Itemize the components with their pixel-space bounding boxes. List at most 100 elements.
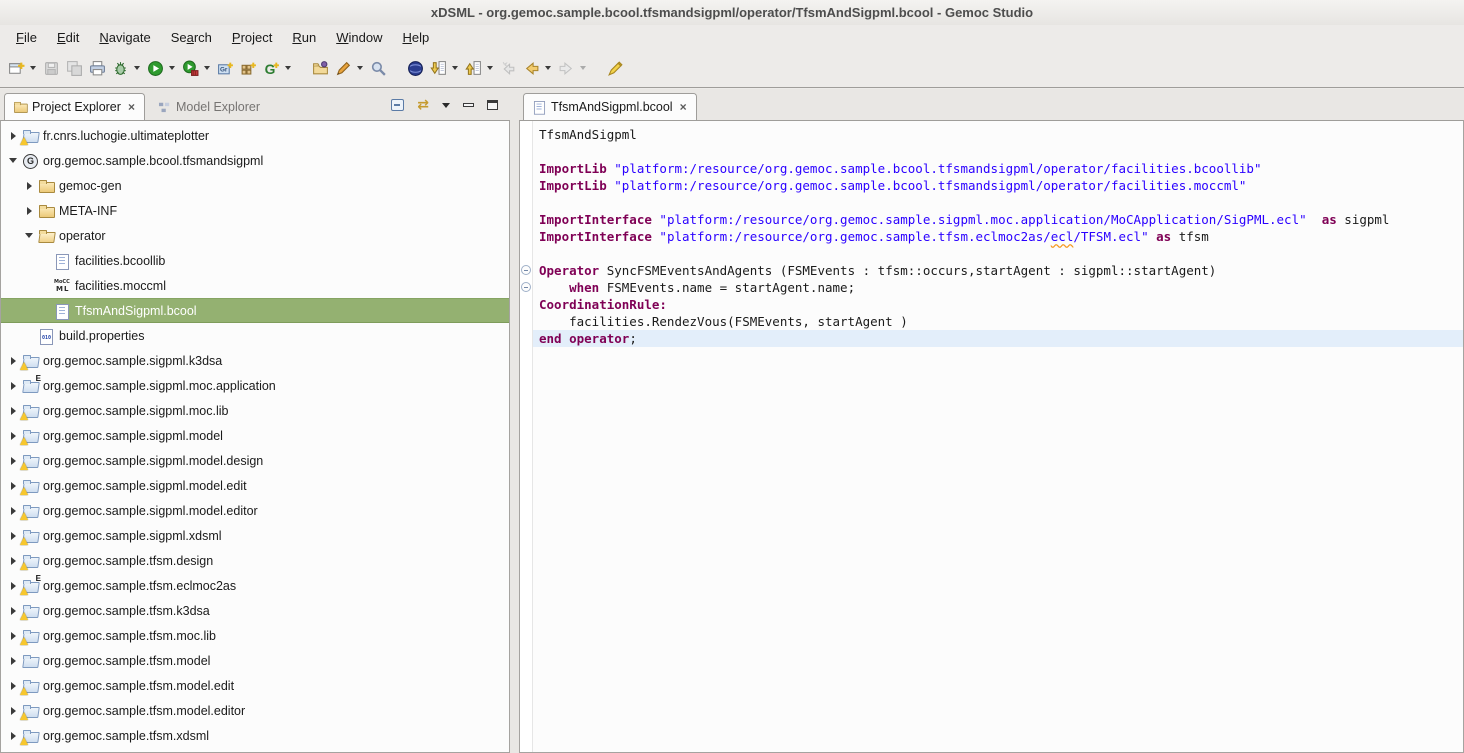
expand-arrow-icon[interactable] (7, 155, 19, 167)
tree-item[interactable]: fr.cnrs.luchogie.ultimateplotter (1, 123, 509, 148)
run-external-tools-button[interactable] (180, 58, 201, 79)
search-button[interactable] (368, 58, 389, 79)
code-line[interactable]: ImportLib "platform:/resource/org.gemoc.… (533, 177, 1463, 194)
code-line[interactable]: ImportInterface "platform:/resource/org.… (533, 228, 1463, 245)
print-button[interactable] (87, 58, 108, 79)
minimize-button[interactable] (463, 103, 474, 107)
expand-arrow-icon[interactable] (7, 555, 19, 567)
editor-tab-tfsmandsigpml-bcool[interactable]: TfsmAndSigpml.bcool× (523, 93, 697, 120)
run-external-tools-dropdown-arrow[interactable] (204, 66, 210, 70)
open-folder-button[interactable] (310, 58, 331, 79)
link-with-editor-button[interactable]: ⇄ (417, 98, 429, 112)
tree-item[interactable]: org.gemoc.sample.tfsm.k3dsa (1, 598, 509, 623)
web-browser-button[interactable] (405, 58, 426, 79)
code-line-current[interactable]: end operator; (533, 330, 1463, 347)
expand-arrow-icon[interactable] (7, 380, 19, 392)
menu-window[interactable]: Window (326, 27, 392, 48)
tree-item[interactable]: org.gemoc.sample.sigpml.k3dsa (1, 348, 509, 373)
expand-arrow-icon[interactable] (23, 205, 35, 217)
code-line[interactable] (533, 194, 1463, 211)
annotate-dropdown-arrow[interactable] (357, 66, 363, 70)
expand-arrow-icon[interactable] (7, 680, 19, 692)
menu-help[interactable]: Help (392, 27, 439, 48)
tab-close-icon[interactable]: × (680, 101, 687, 113)
tree-item[interactable]: org.gemoc.sample.tfsm.xdsml (1, 723, 509, 748)
tree-item[interactable]: org.gemoc.sample.tfsm.model (1, 648, 509, 673)
menu-project[interactable]: Project (222, 27, 282, 48)
next-annotation-dropdown-arrow[interactable] (452, 66, 458, 70)
menu-run[interactable]: Run (282, 27, 326, 48)
tree-item[interactable]: org.gemoc.sample.tfsm.design (1, 548, 509, 573)
tree-item[interactable]: gemoc-gen (1, 173, 509, 198)
code-line[interactable]: CoordinationRule: (533, 296, 1463, 313)
tree-item[interactable]: Eorg.gemoc.sample.sigpml.moc.application (1, 373, 509, 398)
menu-file[interactable]: File (6, 27, 47, 48)
new-graph-wizard-button[interactable]: Gr (215, 58, 236, 79)
expand-arrow-icon[interactable] (7, 455, 19, 467)
view-menu-button[interactable] (442, 103, 450, 108)
tree-item[interactable]: org.gemoc.sample.tfsm.model.editor (1, 698, 509, 723)
expand-arrow-icon[interactable] (7, 630, 19, 642)
tree-item[interactable]: org.gemoc.sample.sigpml.model (1, 423, 509, 448)
tree-item[interactable]: org.gemoc.sample.bcool.tfsmandsigpml (1, 148, 509, 173)
tree-item[interactable]: TfsmAndSigpml.bcool (1, 298, 509, 323)
debug-button[interactable] (110, 58, 131, 79)
tree-item[interactable]: org.gemoc.sample.sigpml.model.design (1, 448, 509, 473)
tree-item[interactable]: org.gemoc.sample.tfsm.moc.lib (1, 623, 509, 648)
tree-item[interactable]: facilities.bcoollib (1, 248, 509, 273)
tree-item[interactable]: org.gemoc.sample.sigpml.moc.lib (1, 398, 509, 423)
expand-arrow-icon[interactable] (7, 580, 19, 592)
window-titlebar[interactable]: xDSML - org.gemoc.sample.bcool.tfsmandsi… (0, 0, 1464, 25)
run-dropdown-arrow[interactable] (169, 66, 175, 70)
expand-arrow-icon[interactable] (7, 705, 19, 717)
code-editor[interactable]: TfsmAndSigpml ImportLib "platform:/resour… (519, 120, 1464, 753)
previous-annotation-button[interactable] (463, 58, 484, 79)
tree-item[interactable]: facilities.moccml (1, 273, 509, 298)
code-line[interactable] (533, 245, 1463, 262)
new-gemoc-dropdown-arrow[interactable] (285, 66, 291, 70)
tree-item[interactable]: Eorg.gemoc.sample.tfsm.eclmoc2as (1, 573, 509, 598)
code-line[interactable]: facilities.RendezVous(FSMEvents, startAg… (533, 313, 1463, 330)
expand-arrow-icon[interactable] (23, 230, 35, 242)
tree-item[interactable]: org.gemoc.sample.sigpml.model.edit (1, 473, 509, 498)
menu-edit[interactable]: Edit (47, 27, 89, 48)
next-annotation-button[interactable] (428, 58, 449, 79)
code-line[interactable]: TfsmAndSigpml (533, 126, 1463, 143)
annotate-button[interactable] (333, 58, 354, 79)
panel-sash[interactable] (510, 93, 519, 753)
expand-arrow-icon[interactable] (7, 505, 19, 517)
code-line[interactable]: ImportLib "platform:/resource/org.gemoc.… (533, 160, 1463, 177)
expand-arrow-icon[interactable] (7, 605, 19, 617)
explorer-tab-project-explorer[interactable]: Project Explorer× (4, 93, 145, 120)
back-dropdown-arrow[interactable] (545, 66, 551, 70)
new-grid-wizard-button[interactable] (238, 58, 259, 79)
expand-arrow-icon[interactable] (7, 730, 19, 742)
code-line[interactable]: when FSMEvents.name = startAgent.name; (533, 279, 1463, 296)
previous-annotation-dropdown-arrow[interactable] (487, 66, 493, 70)
tree-item[interactable]: build.properties (1, 323, 509, 348)
tree-item[interactable]: org.gemoc.sample.sigpml.model.editor (1, 498, 509, 523)
tree-item[interactable]: META-INF (1, 198, 509, 223)
code-line[interactable]: Operator SyncFSMEventsAndAgents (FSMEven… (533, 262, 1463, 279)
fold-collapse-icon[interactable] (521, 282, 531, 292)
expand-arrow-icon[interactable] (7, 430, 19, 442)
expand-arrow-icon[interactable] (7, 655, 19, 667)
run-button[interactable] (145, 58, 166, 79)
tree-item[interactable]: operator (1, 223, 509, 248)
tree-item[interactable]: org.gemoc.sample.sigpml.xdsml (1, 523, 509, 548)
new-wizard-dropdown-arrow[interactable] (30, 66, 36, 70)
expand-arrow-icon[interactable] (7, 530, 19, 542)
tab-close-icon[interactable]: × (128, 101, 135, 113)
expand-arrow-icon[interactable] (23, 180, 35, 192)
fold-collapse-icon[interactable] (521, 265, 531, 275)
expand-arrow-icon[interactable] (7, 130, 19, 142)
annotation-ruler[interactable] (520, 121, 533, 752)
maximize-button[interactable] (487, 100, 498, 110)
explorer-tab-model-explorer[interactable]: Model Explorer (149, 93, 269, 120)
debug-dropdown-arrow[interactable] (134, 66, 140, 70)
new-gemoc-button[interactable]: G (261, 58, 282, 79)
highlighter-button[interactable] (605, 58, 626, 79)
expand-arrow-icon[interactable] (7, 355, 19, 367)
code-line[interactable]: ImportInterface "platform:/resource/org.… (533, 211, 1463, 228)
expand-arrow-icon[interactable] (7, 480, 19, 492)
